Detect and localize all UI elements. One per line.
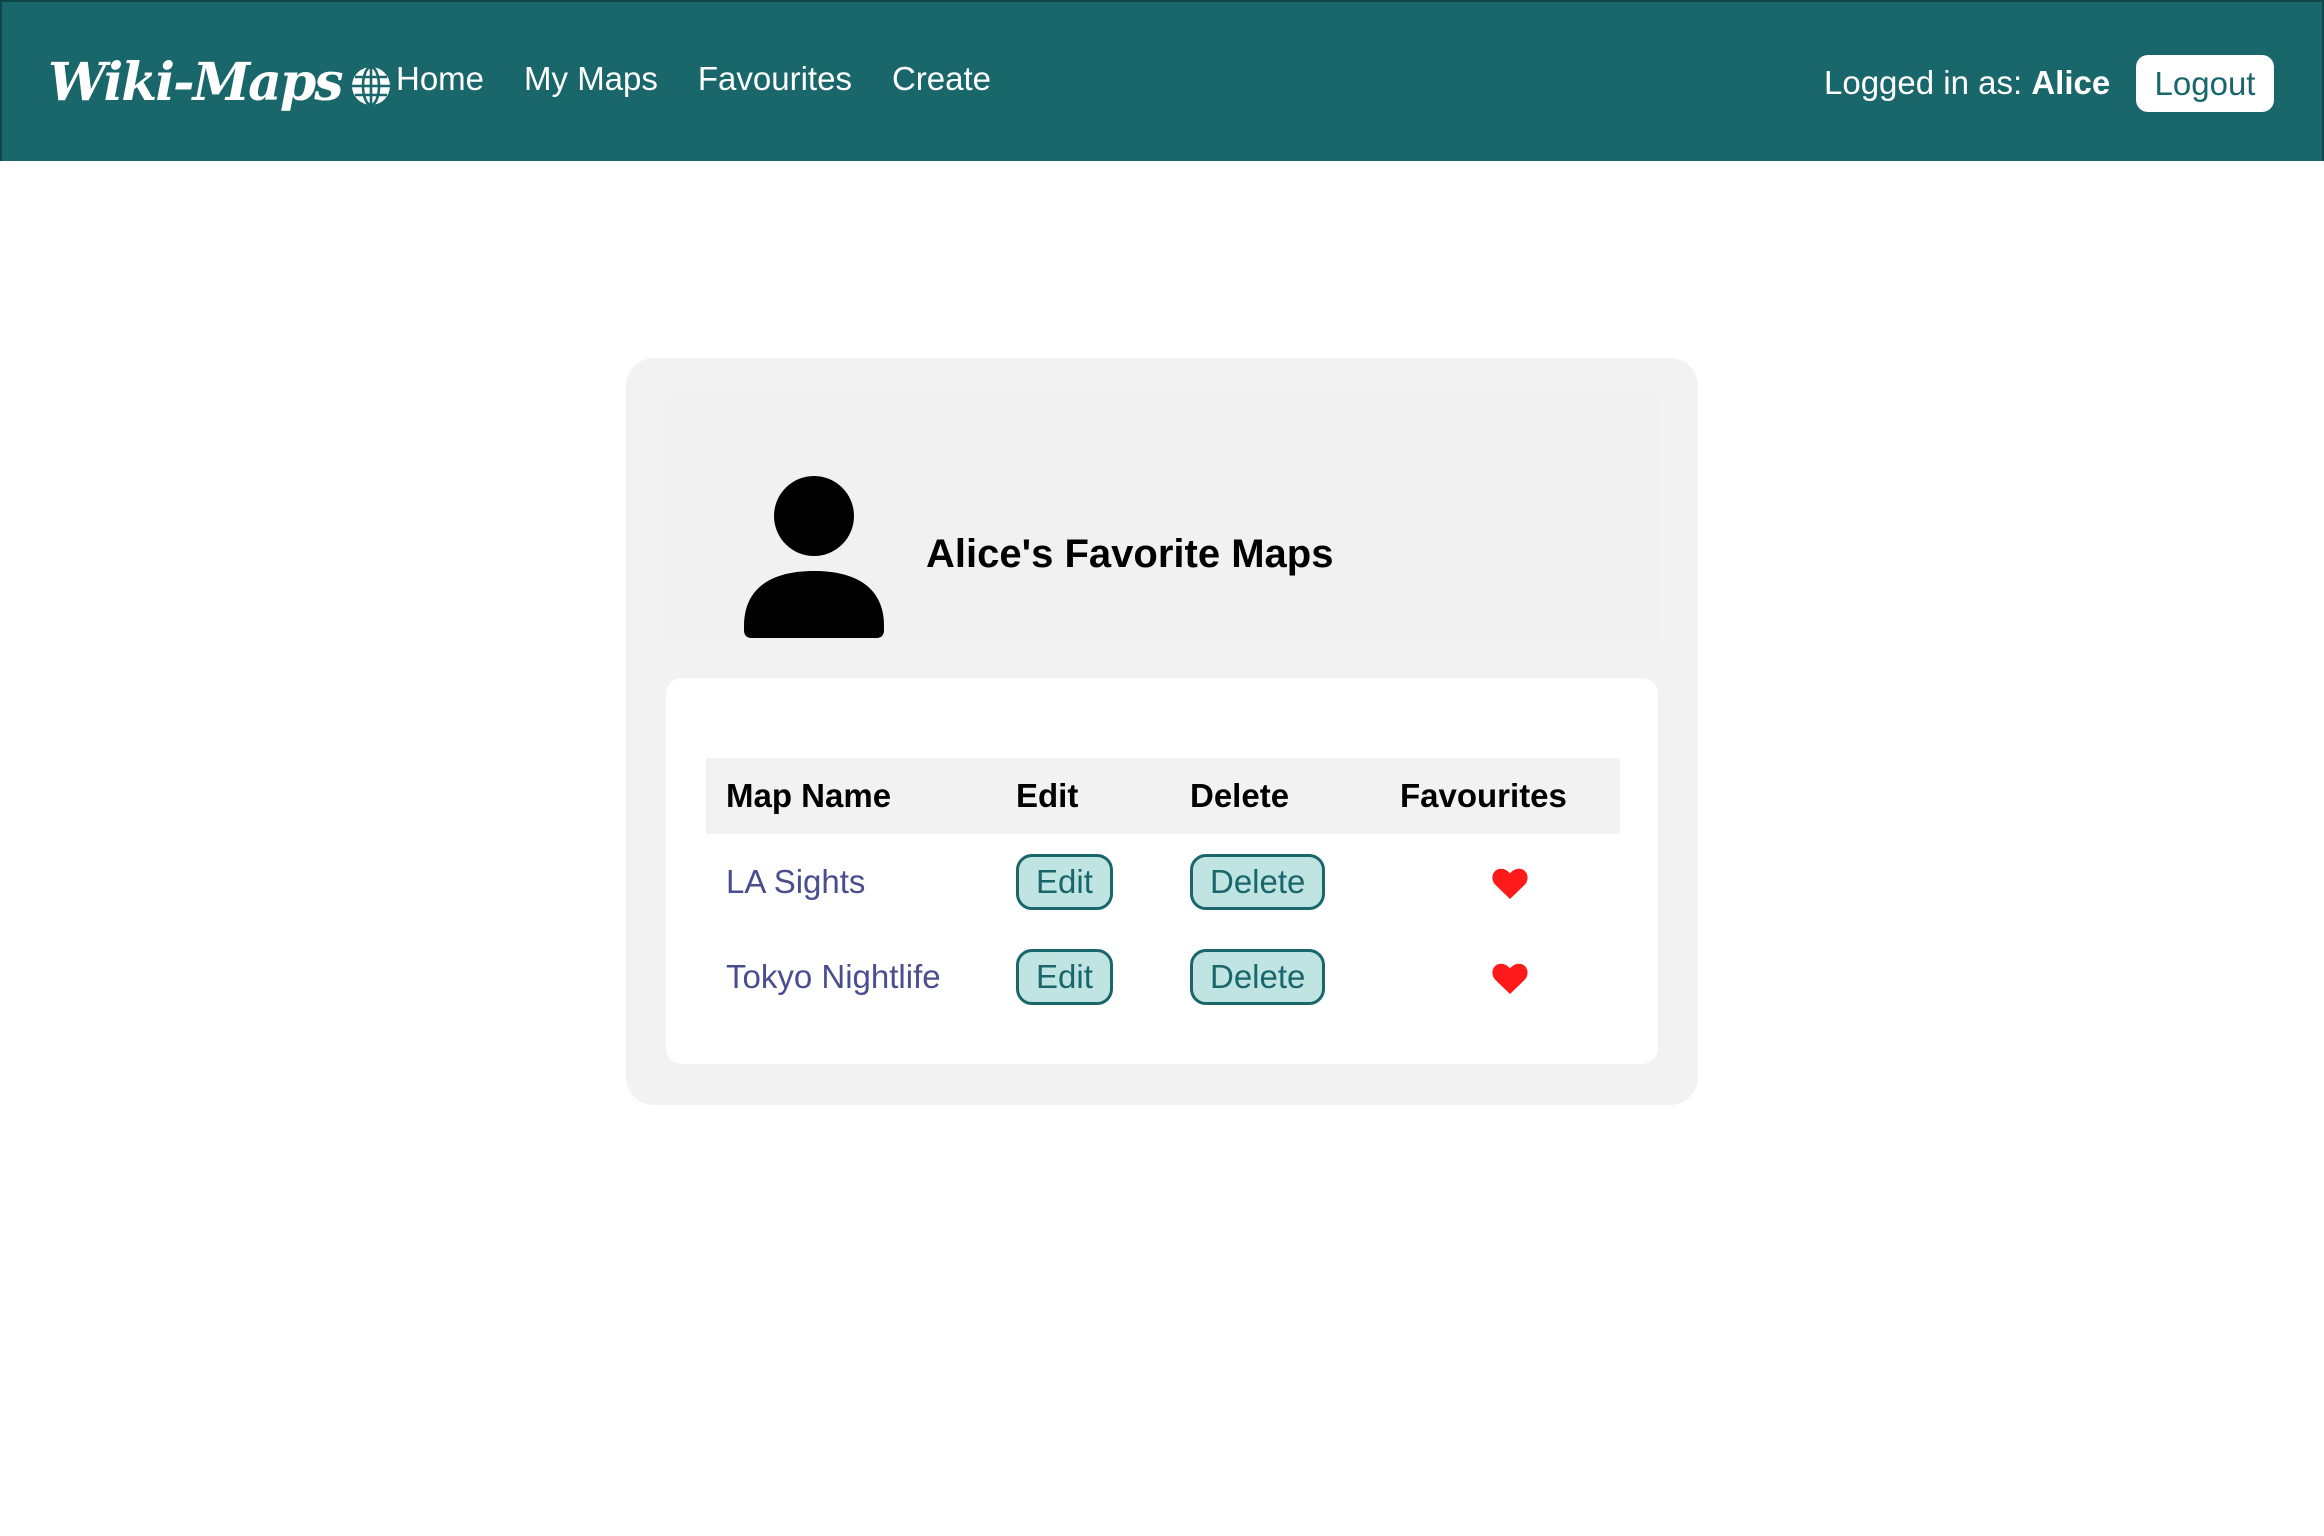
header-delete: Delete xyxy=(1170,758,1380,834)
edit-button[interactable]: Edit xyxy=(1016,853,1113,910)
page-title: Alice's Favorite Maps xyxy=(926,532,1334,576)
favorite-maps-table: Map Name Edit Delete Favourites LA Sight… xyxy=(706,758,1620,1024)
nav-link-home[interactable]: Home xyxy=(396,60,484,98)
header-favourites: Favourites xyxy=(1380,758,1620,834)
favorites-card: Alice's Favorite Maps Map Name Edit Dele… xyxy=(626,358,1698,1105)
logged-in-username: Alice xyxy=(2031,64,2111,101)
map-name-link[interactable]: Tokyo Nightlife xyxy=(726,958,941,995)
profile-header: Alice's Favorite Maps xyxy=(666,396,1658,642)
heart-icon[interactable] xyxy=(1492,868,1528,900)
edit-button[interactable]: Edit xyxy=(1016,948,1113,1005)
maps-table-panel: Map Name Edit Delete Favourites LA Sight… xyxy=(666,678,1658,1064)
nav-link-create[interactable]: Create xyxy=(892,60,991,98)
top-navbar: Wiki-Maps Home My Maps Favourites Create… xyxy=(0,0,2324,161)
logged-in-prefix: Logged in as: xyxy=(1824,64,2023,101)
delete-button[interactable]: Delete xyxy=(1190,853,1326,910)
table-row: LA Sights Edit Delete xyxy=(706,834,1620,929)
brand-logo-link[interactable]: Wiki-Maps xyxy=(48,52,392,113)
logged-in-status: Logged in as: Alice xyxy=(1824,64,2110,102)
nav-link-my-maps[interactable]: My Maps xyxy=(524,60,658,98)
nav-links: Home My Maps Favourites Create xyxy=(396,60,1031,98)
header-map-name: Map Name xyxy=(706,758,996,834)
header-edit: Edit xyxy=(996,758,1170,834)
delete-button[interactable]: Delete xyxy=(1190,948,1326,1005)
brand-name: Wiki-Maps xyxy=(48,52,343,113)
nav-link-favourites[interactable]: Favourites xyxy=(698,60,852,98)
table-header-row: Map Name Edit Delete Favourites xyxy=(706,758,1620,834)
map-name-link[interactable]: LA Sights xyxy=(726,863,865,900)
logout-button[interactable]: Logout xyxy=(2136,55,2274,112)
user-avatar-icon xyxy=(744,476,884,638)
heart-icon[interactable] xyxy=(1492,963,1528,995)
globe-icon xyxy=(351,65,390,106)
table-row: Tokyo Nightlife Edit Delete xyxy=(706,929,1620,1024)
